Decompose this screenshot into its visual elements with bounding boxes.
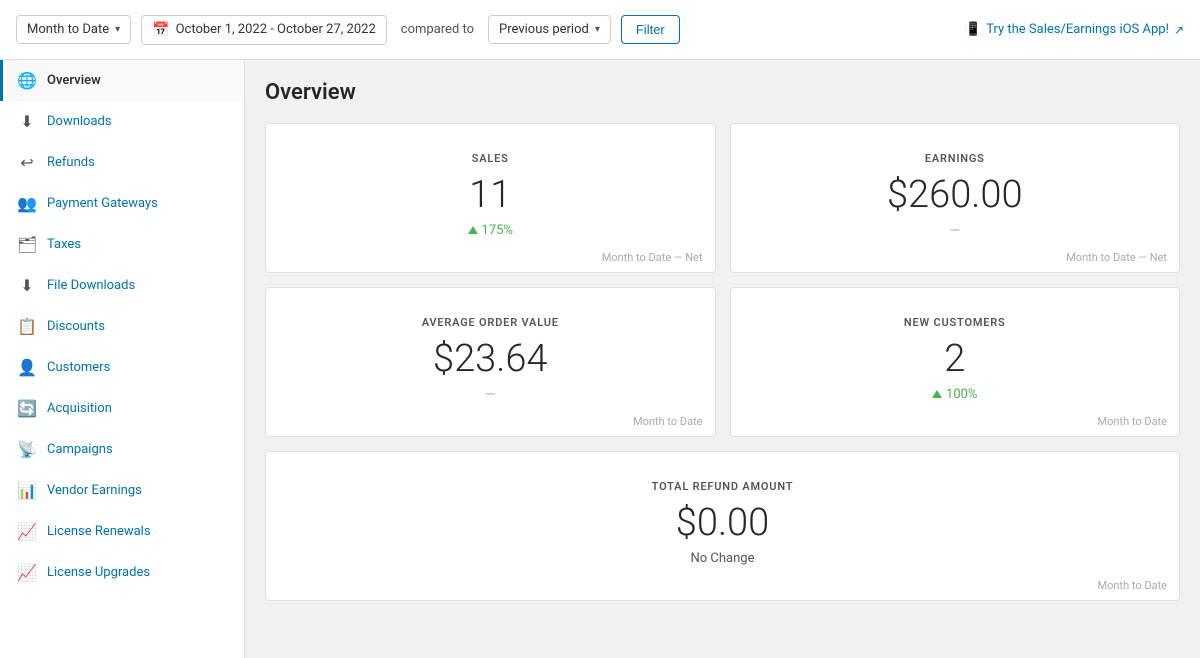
sidebar-item-label-payment-gateways: Payment Gateways [47,196,158,211]
calendar-icon: 📅 [152,22,169,38]
external-link-icon: ↗ [1174,23,1184,37]
taxes-icon: 🗂 [17,235,37,254]
card-footer-sales: Month to Date — Net [602,251,703,264]
card-value-sales: 11 [290,175,691,217]
trend-arrow-new-customers [932,390,942,398]
sidebar-item-label-vendor-earnings: Vendor Earnings [47,483,142,498]
ios-icon: 📱 [965,22,981,37]
sidebar-item-label-customers: Customers [47,360,110,375]
card-label-average-order-value: AVERAGE ORDER VALUE [290,316,691,329]
period-chevron: ▾ [115,24,120,35]
sidebar-item-label-refunds: Refunds [47,155,95,170]
sidebar-item-taxes[interactable]: 🗂 Taxes [0,224,244,265]
compare-chevron: ▾ [595,24,600,35]
cards-grid: SALES 11 175% Month to Date — Net EARNINGS $2… [265,123,1180,601]
ios-link-label: Try the Sales/Earnings iOS App! [986,22,1169,37]
sidebar-item-acquisition[interactable]: 🔄 Acquisition [0,388,244,429]
overview-icon: 🌐 [17,71,37,90]
sidebar-item-label-file-downloads: File Downloads [47,278,135,293]
card-value-total-refund-amount: $0.00 [290,503,1155,545]
sidebar-item-label-acquisition: Acquisition [47,401,112,416]
card-label-total-refund-amount: TOTAL REFUND AMOUNT [290,480,1155,493]
customers-icon: 👤 [17,358,37,377]
trend-value-new-customers: 100% [946,387,977,402]
trend-value-sales: 175% [482,223,513,238]
discounts-icon: 📋 [17,317,37,336]
filter-button[interactable]: Filter [621,15,680,44]
campaigns-icon: 📡 [17,440,37,459]
vendor-earnings-icon: 📊 [17,481,37,500]
card-label-earnings: EARNINGS [755,152,1156,165]
sidebar-item-file-downloads[interactable]: ⬇ File Downloads [0,265,244,306]
sidebar-item-customers[interactable]: 👤 Customers [0,347,244,388]
period-label: Month to Date [27,22,109,37]
card-value-new-customers: 2 [755,339,1156,381]
card-value-earnings: $260.00 [755,175,1156,217]
sidebar-item-license-upgrades[interactable]: 📈 License Upgrades [0,552,244,593]
compared-to-label: compared to [401,22,474,37]
sidebar-item-label-license-renewals: License Renewals [47,524,151,539]
acquisition-icon: 🔄 [17,399,37,418]
sidebar-item-overview[interactable]: 🌐 Overview [0,60,244,101]
sidebar-item-vendor-earnings[interactable]: 📊 Vendor Earnings [0,470,244,511]
downloads-icon: ⬇ [17,112,37,131]
sidebar-item-license-renewals[interactable]: 📈 License Renewals [0,511,244,552]
main-content: Overview SALES11175%Month to Date — NetE… [245,60,1200,658]
card-trend-new-customers: 100% [755,387,1156,402]
card-value-average-order-value: $23.64 [290,339,691,381]
topbar: Month to Date ▾ 📅 October 1, 2022 - Octo… [0,0,1200,60]
sidebar-item-label-campaigns: Campaigns [47,442,113,457]
refunds-icon: ↩ [17,153,37,172]
compare-label: Previous period [499,22,589,37]
card-footer-total-refund-amount: Month to Date [1098,579,1167,592]
sidebar-item-label-discounts: Discounts [47,319,105,334]
ios-app-link[interactable]: 📱 Try the Sales/Earnings iOS App! ↗ [965,22,1184,37]
date-range-picker[interactable]: 📅 October 1, 2022 - October 27, 2022 [141,15,387,45]
date-range-value: October 1, 2022 - October 27, 2022 [176,22,376,37]
license-upgrades-icon: 📈 [17,563,37,582]
card-footer-average-order-value: Month to Date [633,415,702,428]
card-total-refund-amount: TOTAL REFUND AMOUNT $0.00 No Change Month t… [265,451,1180,601]
payment-gateways-icon: 👥 [17,194,37,213]
card-sales: SALES 11 175% Month to Date — Net [265,123,716,273]
page-title: Overview [265,80,1180,105]
card-sub-total-refund-amount: No Change [290,551,1155,566]
sidebar-item-label-overview: Overview [47,73,101,88]
layout: 🌐 Overview ⬇ Downloads ↩ Refunds 👥 Payment Gate… [0,60,1200,658]
card-dash-average-order-value: — [290,387,691,403]
sidebar-item-refunds[interactable]: ↩ Refunds [0,142,244,183]
sidebar-item-label-downloads: Downloads [47,114,112,129]
card-dash-earnings: — [755,223,1156,239]
sidebar-item-discounts[interactable]: 📋 Discounts [0,306,244,347]
sidebar-item-payment-gateways[interactable]: 👥 Payment Gateways [0,183,244,224]
trend-arrow-sales [468,226,478,234]
card-average-order-value: AVERAGE ORDER VALUE $23.64 — Month to Date [265,287,716,437]
card-trend-sales: 175% [290,223,691,238]
sidebar: 🌐 Overview ⬇ Downloads ↩ Refunds 👥 Payment Gate… [0,60,245,658]
card-label-sales: SALES [290,152,691,165]
period-selector[interactable]: Month to Date ▾ [16,15,131,44]
sidebar-item-label-taxes: Taxes [47,237,81,252]
sidebar-item-campaigns[interactable]: 📡 Campaigns [0,429,244,470]
sidebar-item-downloads[interactable]: ⬇ Downloads [0,101,244,142]
sidebar-item-label-license-upgrades: License Upgrades [47,565,150,580]
compare-selector[interactable]: Previous period ▾ [488,15,611,44]
license-renewals-icon: 📈 [17,522,37,541]
card-new-customers: NEW CUSTOMERS 2 100% Month to Date [730,287,1181,437]
card-earnings: EARNINGS $260.00 — Month to Date — Net [730,123,1181,273]
file-downloads-icon: ⬇ [17,276,37,295]
card-label-new-customers: NEW CUSTOMERS [755,316,1156,329]
card-footer-new-customers: Month to Date [1098,415,1167,428]
card-footer-earnings: Month to Date — Net [1066,251,1167,264]
